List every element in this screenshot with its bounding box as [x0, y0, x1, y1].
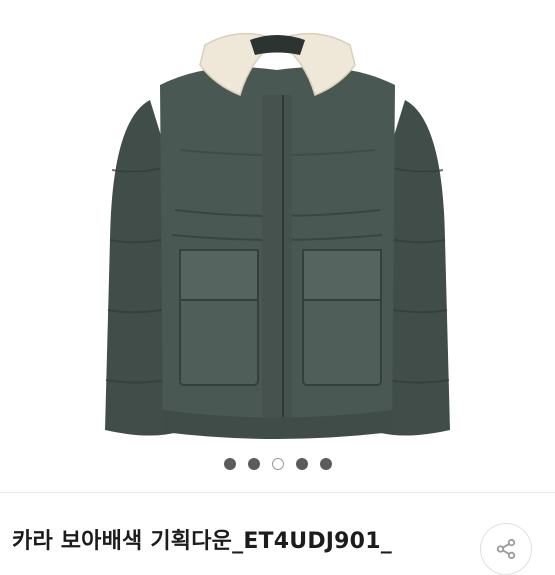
gallery-dot[interactable] [295, 458, 308, 470]
gallery-dot[interactable] [223, 458, 236, 470]
share-button[interactable] [480, 523, 532, 575]
share-icon [496, 538, 516, 560]
product-title: 카라 보아배색 기획다운_ET4UDJ901_ [12, 529, 392, 554]
gallery-dot[interactable] [319, 458, 332, 470]
padded-jacket-image [105, 32, 450, 439]
product-image-gallery[interactable] [0, 0, 555, 492]
gallery-dot[interactable] [247, 458, 260, 470]
section-divider [0, 492, 555, 493]
gallery-pagination [0, 457, 555, 471]
gallery-dot-active[interactable] [271, 458, 284, 470]
